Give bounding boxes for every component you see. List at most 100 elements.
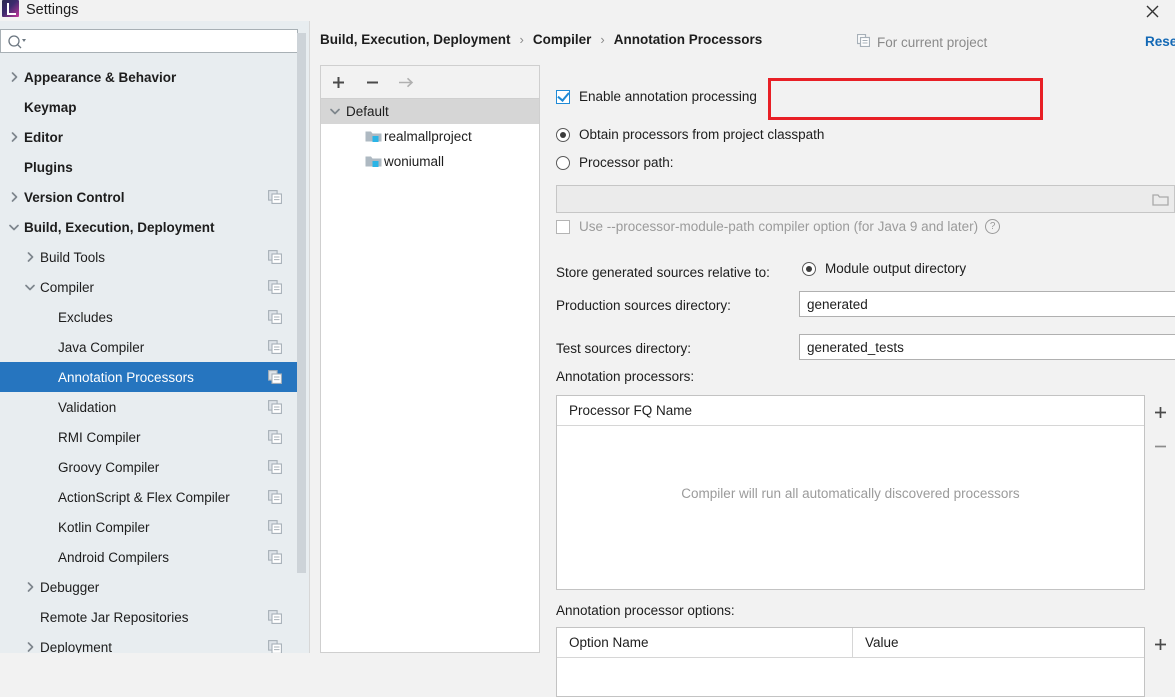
module-folder-icon [365, 129, 382, 147]
copy-icon [268, 310, 282, 324]
annotation-processors-label: Annotation processors: [556, 369, 694, 384]
sidebar-item-plugins[interactable]: Plugins [0, 152, 298, 182]
sidebar-item-label: Groovy Compiler [58, 460, 159, 475]
obtain-from-classpath-label: Obtain processors from project classpath [579, 127, 824, 142]
sidebar-item-groovy-compiler[interactable]: Groovy Compiler [0, 452, 298, 482]
intellij-logo-icon [2, 0, 19, 17]
chevron-right-icon [24, 251, 37, 264]
sidebar-item-android-compilers[interactable]: Android Compilers [0, 542, 298, 572]
processor-path-row[interactable]: Processor path: [556, 155, 674, 170]
tree-twisty[interactable] [22, 249, 38, 265]
chevron-right-icon [24, 641, 37, 654]
breadcrumb-item-1[interactable]: Compiler [533, 32, 592, 47]
sidebar-item-validation[interactable]: Validation [0, 392, 298, 422]
arrow-right-icon [397, 75, 415, 90]
processor-module-path-row[interactable]: Use --processor-module-path compiler opt… [556, 219, 1000, 234]
sidebar-item-editor[interactable]: Editor [0, 122, 298, 152]
folder-icon[interactable] [1152, 191, 1170, 207]
search-input[interactable] [29, 32, 295, 54]
profiles-tree: Defaultrealmallprojectwoniumall [321, 99, 539, 174]
enable-annotation-processing-checkbox[interactable] [556, 90, 570, 104]
processor-path-field[interactable] [556, 185, 1175, 213]
production-sources-label: Production sources directory: [556, 298, 731, 313]
sidebar-item-remote-jar-repositories[interactable]: Remote Jar Repositories [0, 602, 298, 632]
sidebar-item-deployment[interactable]: Deployment [0, 632, 298, 653]
breadcrumb: Build, Execution, Deployment›Compiler›An… [320, 32, 762, 47]
processor-path-radio[interactable] [556, 156, 570, 170]
sidebar-item-version-control[interactable]: Version Control [0, 182, 298, 212]
module-output-directory-radio[interactable] [802, 262, 816, 276]
tree-twisty[interactable] [6, 219, 22, 235]
sidebar-item-compiler[interactable]: Compiler [0, 272, 298, 302]
sidebar-item-build-tools[interactable]: Build Tools [0, 242, 298, 272]
copy-icon [268, 640, 282, 653]
help-icon[interactable]: ? [985, 219, 1000, 234]
tree-twisty[interactable] [22, 279, 38, 295]
processors-table[interactable]: Processor FQ Name Compiler will run all … [556, 395, 1145, 590]
obtain-from-classpath-radio[interactable] [556, 128, 570, 142]
sidebar-item-excludes[interactable]: Excludes [0, 302, 298, 332]
profile-item-default[interactable]: Default [321, 99, 539, 124]
search-icon [7, 34, 27, 50]
add-option-button[interactable] [1145, 627, 1175, 661]
tree-twisty[interactable] [6, 129, 22, 145]
sidebar-item-build-execution-deployment[interactable]: Build, Execution, Deployment [0, 212, 298, 242]
copy-icon [268, 340, 282, 354]
obtain-from-classpath-row[interactable]: Obtain processors from project classpath [556, 127, 824, 142]
copy-glyph [857, 34, 870, 47]
sidebar-item-label: Validation [58, 400, 116, 415]
sidebar-item-label: Java Compiler [58, 340, 144, 355]
options-table-header: Option Name Value [557, 628, 1144, 658]
remove-processor-button[interactable] [1145, 429, 1175, 463]
sidebar-item-label: Plugins [24, 160, 73, 175]
breadcrumb-item-2[interactable]: Annotation Processors [614, 32, 763, 47]
sidebar-scrollbar-thumb[interactable] [297, 33, 306, 573]
test-sources-input[interactable]: generated_tests [799, 334, 1175, 360]
tree-twisty[interactable] [6, 69, 22, 85]
profile-item-woniumall[interactable]: woniumall [321, 149, 539, 174]
breadcrumb-separator: › [520, 32, 524, 47]
sidebar-item-actionscript-flex-compiler[interactable]: ActionScript & Flex Compiler [0, 482, 298, 512]
breadcrumb-item-0[interactable]: Build, Execution, Deployment [320, 32, 511, 47]
options-table[interactable]: Option Name Value [556, 627, 1145, 697]
remove-profile-button[interactable] [355, 67, 389, 98]
sidebar-item-appearance-behavior[interactable]: Appearance & Behavior [0, 62, 298, 92]
production-sources-input[interactable]: generated [799, 291, 1175, 317]
sidebar-scrollbar-track[interactable] [299, 21, 308, 612]
reset-link[interactable]: Reset [1145, 34, 1175, 49]
tree-twisty[interactable] [22, 639, 38, 653]
copy-icon [268, 190, 282, 204]
highlight-box [768, 78, 1043, 120]
add-profile-button[interactable] [321, 67, 355, 98]
tree-twisty[interactable] [6, 189, 22, 205]
sidebar-item-label: Build Tools [40, 250, 105, 265]
search-box[interactable] [0, 29, 298, 53]
sidebar-item-rmi-compiler[interactable]: RMI Compiler [0, 422, 298, 452]
module-output-directory-label: Module output directory [825, 261, 966, 276]
add-processor-button[interactable] [1145, 395, 1175, 429]
enable-annotation-processing-row[interactable]: Enable annotation processing [556, 89, 757, 104]
sidebar-item-java-compiler[interactable]: Java Compiler [0, 332, 298, 362]
production-sources-value: generated [807, 297, 868, 312]
close-icon[interactable] [1137, 0, 1167, 22]
sidebar-item-keymap[interactable]: Keymap [0, 92, 298, 122]
sidebar-item-annotation-processors[interactable]: Annotation Processors [0, 362, 298, 392]
profile-item-realmallproject[interactable]: realmallproject [321, 124, 539, 149]
copy-icon [268, 370, 282, 384]
move-to-profile-button[interactable] [389, 67, 423, 98]
chevron-right-icon [8, 71, 21, 84]
search-glyph [7, 34, 27, 50]
module-output-directory-row[interactable]: Module output directory [802, 261, 966, 276]
module-folder-icon [365, 129, 382, 144]
copy-icon [268, 520, 282, 534]
processor-module-path-checkbox[interactable] [556, 220, 570, 234]
tree-twisty[interactable] [22, 579, 38, 595]
processor-path-label: Processor path: [579, 155, 674, 170]
sidebar-item-kotlin-compiler[interactable]: Kotlin Compiler [0, 512, 298, 542]
profile-twisty[interactable] [327, 104, 343, 120]
sidebar-item-label: Keymap [24, 100, 77, 115]
module-folder-icon [365, 154, 382, 169]
copy-icon [268, 550, 282, 564]
settings-sidebar: Appearance & Behavior Keymap Editor Plugins… [0, 21, 310, 653]
sidebar-item-debugger[interactable]: Debugger [0, 572, 298, 602]
